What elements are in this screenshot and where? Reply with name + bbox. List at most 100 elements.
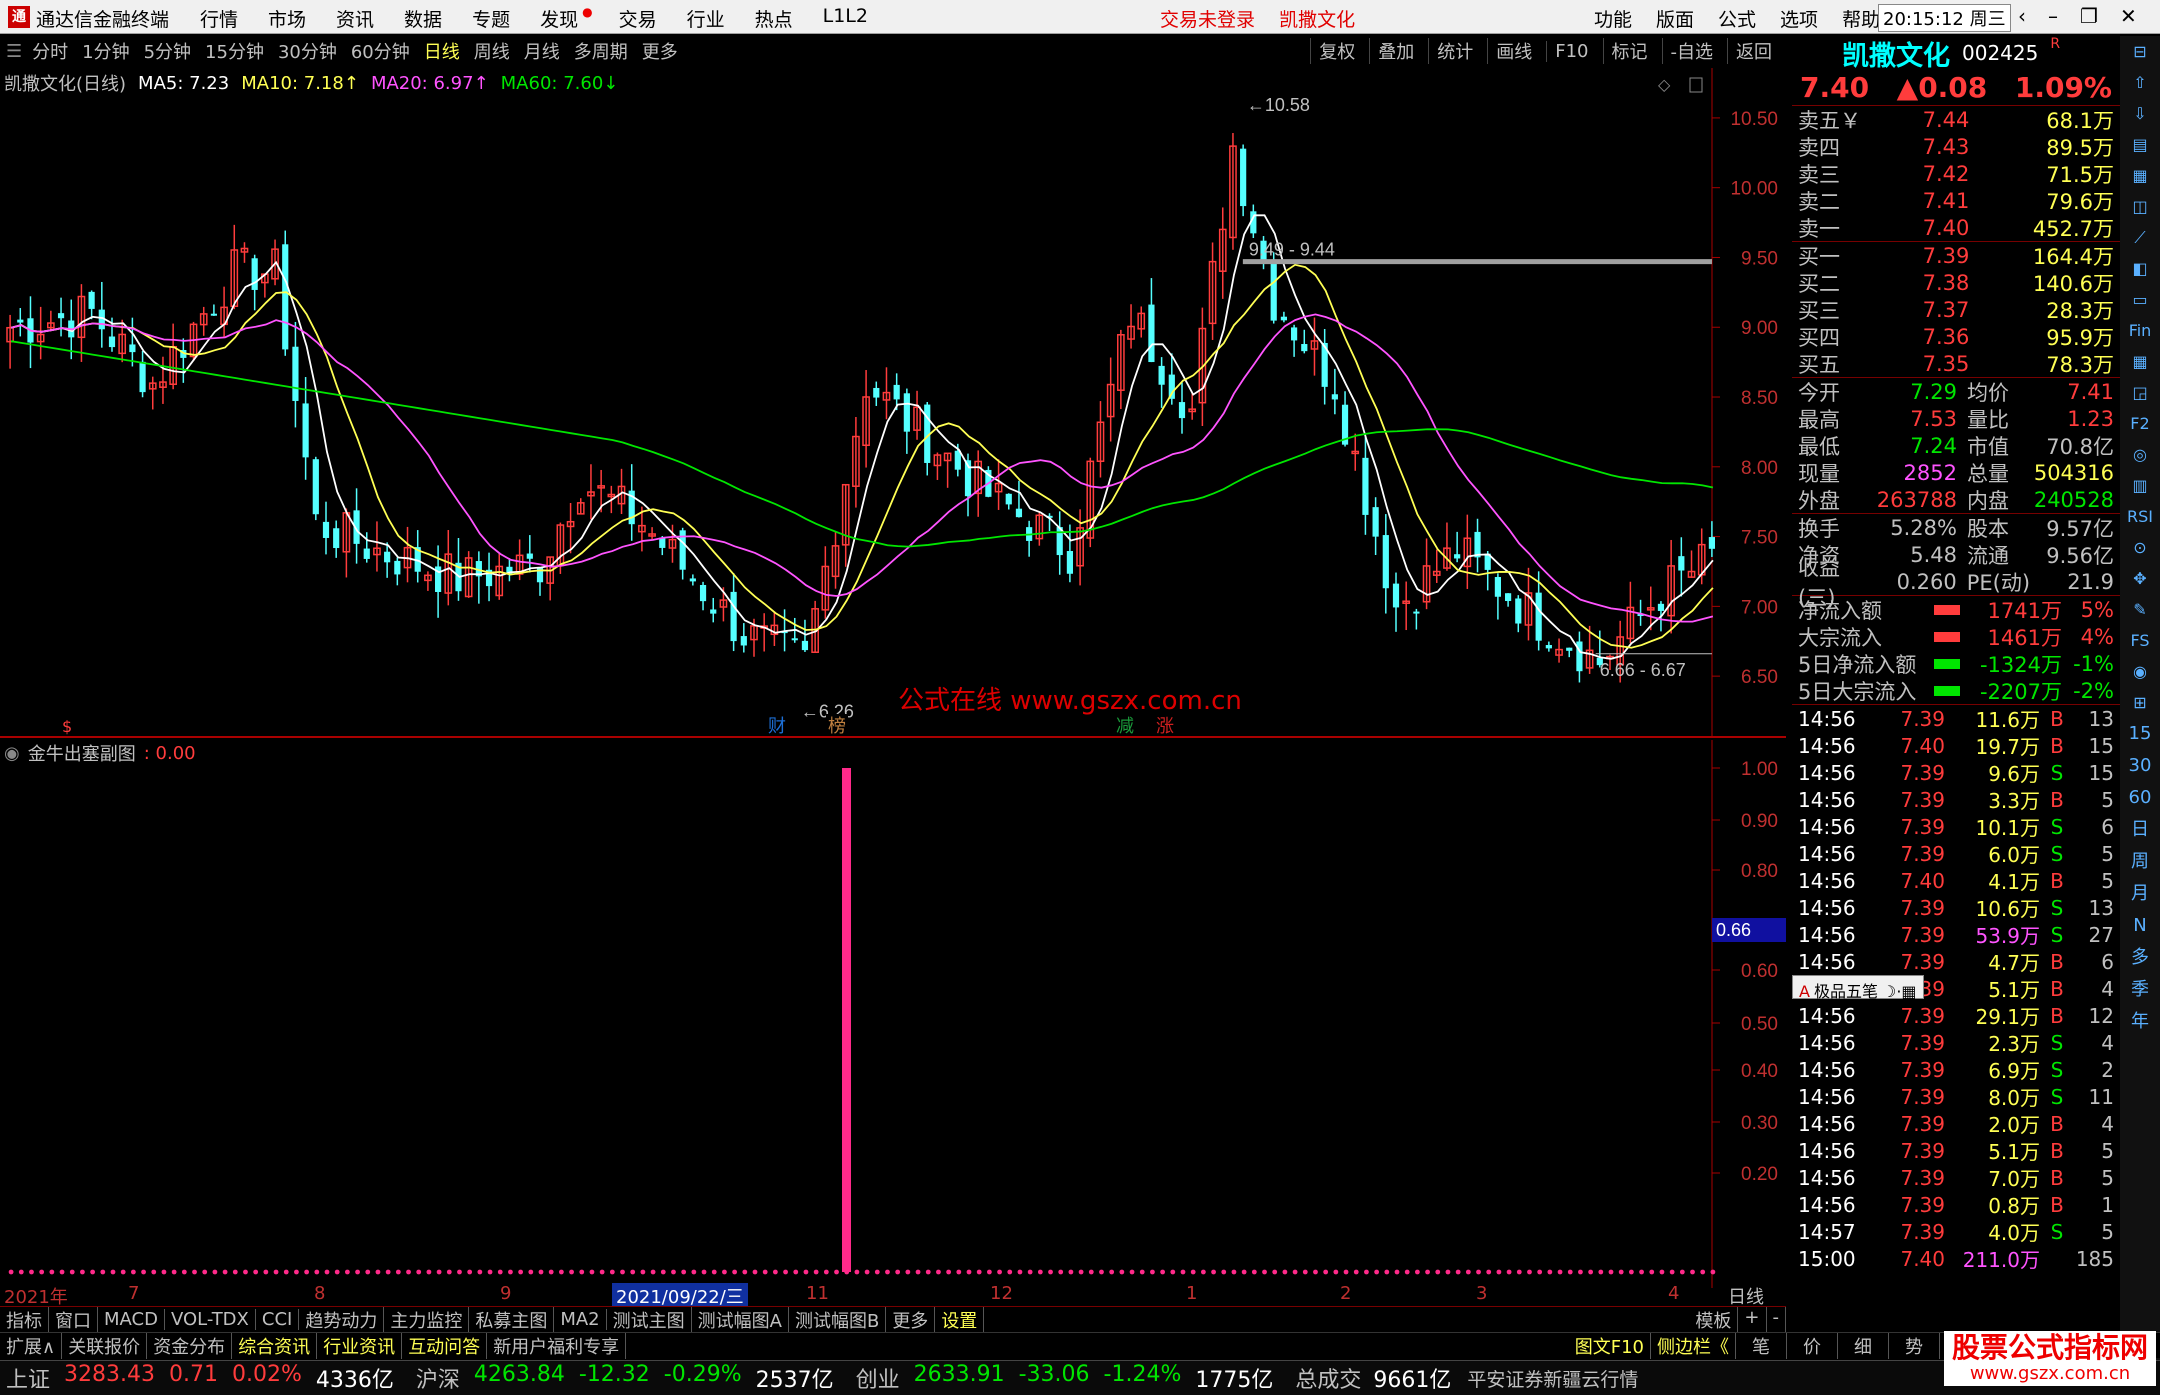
indicator-tab-5[interactable]: 趋势动力 [299,1306,385,1333]
sidebar-tool-icon[interactable]: RSI [2120,501,2160,532]
sidebar-period-7[interactable]: 多 [2120,942,2160,974]
sidebar-tool-icon[interactable]: ◉ [2120,656,2160,687]
period-tab-8[interactable]: 月线 [524,38,560,64]
tool-button-0[interactable]: 复权 [1310,38,1355,64]
info-tab-4[interactable]: 行业资讯 [317,1332,403,1359]
menu-item-7[interactable]: 行业 [687,5,725,32]
sidebar-tool-icon[interactable]: ✥ [2120,563,2160,594]
sidebar-tool-icon[interactable]: ▥ [2120,470,2160,501]
sidebar-tool-icon[interactable]: ⊞ [2120,687,2160,718]
info-tab-3[interactable]: 综合资讯 [232,1332,318,1359]
sidebar-period-2[interactable]: 60 [2120,782,2160,814]
sidebar-tool-icon[interactable]: ▦ [2120,160,2160,191]
sidebar-period-1[interactable]: 30 [2120,750,2160,782]
sidebar-tool-icon[interactable]: ⟋ [2120,222,2160,253]
tool-button-4[interactable]: F10 [1546,40,1589,62]
right-menu-item-0[interactable]: 功能 [1594,5,1632,32]
index-quote-1[interactable]: 沪深 4263.84 -12.32 -0.29% 2537亿 [416,1362,834,1394]
period-tab-5[interactable]: 60分钟 [351,38,410,64]
ime-toolbar[interactable]: A 极品五笔 ☽·▦ [1792,975,1924,1001]
menu-item-6[interactable]: 交易 [619,5,657,32]
menu-item-2[interactable]: 资讯 [336,5,374,32]
menu-item-8[interactable]: 热点 [755,5,793,32]
sidebar-tool-icon[interactable]: ◧ [2120,253,2160,284]
info-right-btn-5[interactable]: 势 [1889,1332,1940,1359]
indicator-tab-6[interactable]: 主力监控 [384,1306,470,1333]
info-tab-5[interactable]: 互动问答 [402,1332,488,1359]
info-tab-6[interactable]: 新用户福利专享 [487,1332,627,1359]
bottom-right-btn-0[interactable]: 模板 [1689,1306,1739,1333]
sidebar-period-6[interactable]: N [2120,910,2160,942]
indicator-tab-1[interactable]: 窗口 [49,1306,98,1333]
sidebar-period-3[interactable]: 日 [2120,814,2160,846]
indicator-tab-3[interactable]: VOL-TDX [165,1309,256,1330]
period-tab-6[interactable]: 日线 [424,38,460,64]
sidebar-tool-icon[interactable]: F2 [2120,408,2160,439]
period-tab-0[interactable]: 分时 [32,38,68,64]
tool-button-1[interactable]: 叠加 [1369,38,1414,64]
indicator-tab-7[interactable]: 私募主图 [469,1306,555,1333]
indicator-tab-10[interactable]: 测试幅图A [692,1306,789,1333]
sidebar-tool-icon[interactable]: ◫ [2120,191,2160,222]
period-tab-2[interactable]: 5分钟 [144,38,191,64]
tool-button-2[interactable]: 统计 [1428,38,1473,64]
indicator-tab-13[interactable]: 设置 [935,1306,985,1333]
indicator-svg[interactable]: 1.00 0.90 0.80 0.60 0.50 0.40 0.30 0.20 0.66 [0,740,1786,1288]
sidebar-tool-icon[interactable]: ▤ [2120,129,2160,160]
sidebar-tool-icon[interactable]: FS [2120,625,2160,656]
menu-item-1[interactable]: 市场 [268,5,306,32]
right-menu-item-1[interactable]: 版面 [1656,5,1694,32]
menu-grid-icon[interactable]: ☰ [6,41,22,62]
minimize-icon[interactable]: – [2048,4,2058,28]
tool-button-3[interactable]: 画线 [1487,38,1532,64]
restore-icon[interactable]: ❐ [2080,4,2098,28]
sidebar-tool-icon[interactable]: ▦ [2120,346,2160,377]
info-tab-2[interactable]: 资金分布 [147,1332,233,1359]
info-tab-1[interactable]: 关联报价 [62,1332,148,1359]
right-menu-item-2[interactable]: 公式 [1718,5,1756,32]
period-tab-10[interactable]: 更多 [642,38,678,64]
sidebar-tool-icon[interactable]: ⇧ [2120,67,2160,98]
bottom-right-btn-2[interactable]: - [1767,1306,1786,1333]
sidebar-period-5[interactable]: 月 [2120,878,2160,910]
period-tab-7[interactable]: 周线 [474,38,510,64]
sidebar-tool-icon[interactable]: ◎ [2120,439,2160,470]
info-right-btn-1[interactable]: 侧边栏《 [1651,1332,1736,1359]
indicator-tab-8[interactable]: MA2 [554,1309,607,1330]
info-right-btn-3[interactable]: 价 [1787,1332,1838,1359]
menu-item-9[interactable]: L1L2 [823,5,868,32]
sidebar-period-0[interactable]: 15 [2120,718,2160,750]
tool-button-7[interactable]: 返回 [1727,38,1772,64]
period-tab-9[interactable]: 多周期 [574,38,628,64]
menu-item-4[interactable]: 专题 [472,5,510,32]
sidebar-tool-icon[interactable]: Fin [2120,315,2160,346]
tool-button-5[interactable]: 标记 [1602,38,1648,64]
indicator-panel[interactable]: ◉ 金牛出塞副图 : 0.00 1.00 0.90 0.80 0.60 0.50 0.40… [0,740,1786,1288]
indicator-tab-0[interactable]: 指标 [0,1306,49,1333]
right-menu-item-3[interactable]: 选项 [1780,5,1818,32]
indicator-tab-2[interactable]: MACD [98,1309,165,1330]
kline-svg[interactable]: 10.50 10.00 9.50 9.00 8.50 8.00 7.50 7.00 6.50 ←1… [0,68,1786,738]
sidebar-period-4[interactable]: 周 [2120,846,2160,878]
login-status[interactable]: 交易未登录 [1160,9,1255,31]
period-tab-1[interactable]: 1分钟 [82,38,129,64]
back-icon[interactable]: ‹ [2018,4,2026,28]
sidebar-tool-icon[interactable]: ⊙ [2120,532,2160,563]
sidebar-tool-icon[interactable]: ⊟ [2120,36,2160,67]
menu-item-0[interactable]: 行情 [200,5,238,32]
right-menu-item-4[interactable]: 帮助 [1842,5,1880,32]
sidebar-tool-icon[interactable]: ✎ [2120,594,2160,625]
bottom-right-btn-1[interactable]: + [1738,1306,1767,1333]
info-right-btn-0[interactable]: 图文F10 [1569,1332,1651,1359]
sidebar-tool-icon[interactable]: ⇩ [2120,98,2160,129]
indicator-tab-9[interactable]: 测试主图 [607,1306,692,1333]
info-tab-0[interactable]: 扩展∧ [0,1332,63,1359]
indicator-tab-11[interactable]: 测试幅图B [789,1306,887,1333]
index-quote-2[interactable]: 创业 2633.91 -33.06 -1.24% 1775亿 [856,1362,1274,1394]
sidebar-period-9[interactable]: 年 [2120,1006,2160,1038]
info-right-btn-2[interactable]: 笔 [1736,1332,1787,1359]
period-tab-3[interactable]: 15分钟 [205,38,264,64]
sidebar-period-8[interactable]: 季 [2120,974,2160,1006]
info-right-btn-4[interactable]: 细 [1838,1332,1889,1359]
close-icon[interactable]: ✕ [2120,4,2137,28]
